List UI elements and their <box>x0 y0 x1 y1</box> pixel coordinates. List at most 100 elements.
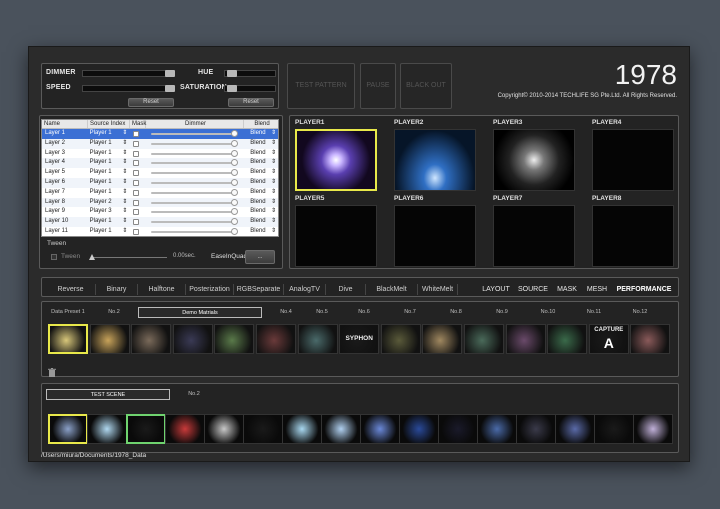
scene-thumbnail[interactable] <box>516 414 556 444</box>
layer-source-select[interactable]: Player 1 <box>88 149 130 159</box>
preset-tab[interactable]: No.12 <box>618 307 662 318</box>
layer-blend-select[interactable]: Blend <box>242 158 278 168</box>
easing-label[interactable]: EaseInQuad <box>211 253 247 260</box>
layer-dimmer-slider[interactable] <box>145 178 242 188</box>
layer-dimmer-slider[interactable] <box>145 149 242 159</box>
trash-icon[interactable] <box>48 364 56 377</box>
header-mask[interactable]: Mask <box>130 120 146 128</box>
layer-row[interactable]: Layer 10 Player 1 Blend <box>42 217 278 227</box>
header-blend[interactable]: Blend <box>244 120 278 128</box>
scene-thumbnail[interactable] <box>594 414 634 444</box>
layer-blend-select[interactable]: Blend <box>242 227 278 237</box>
layer-blend-select[interactable]: Blend <box>242 188 278 198</box>
material-thumbnail[interactable] <box>48 324 88 354</box>
preset-tab[interactable]: No.7 <box>388 307 432 318</box>
material-thumbnail[interactable] <box>505 324 546 354</box>
scene-tab[interactable]: No.2 <box>172 389 216 400</box>
layer-row[interactable]: Layer 5 Player 1 Blend <box>42 168 278 178</box>
dimmer-slider[interactable] <box>82 70 175 77</box>
layer-row[interactable]: Layer 7 Player 1 Blend <box>42 188 278 198</box>
layer-blend-select[interactable]: Blend <box>242 149 278 159</box>
layer-source-select[interactable]: Player 1 <box>88 129 130 139</box>
header-dimmer[interactable]: Dimmer <box>146 120 244 128</box>
mode-tab[interactable]: PERFORMANCE <box>614 283 674 296</box>
layer-mask-checkbox[interactable] <box>129 217 145 227</box>
layer-mask-checkbox[interactable] <box>129 227 145 237</box>
preset-tab[interactable]: No.8 <box>434 307 478 318</box>
scene-thumbnail[interactable] <box>555 414 595 444</box>
layer-row[interactable]: Layer 4 Player 1 Blend <box>42 158 278 169</box>
layer-blend-select[interactable]: Blend <box>242 168 278 178</box>
player-preview[interactable] <box>394 205 476 267</box>
scene-thumbnail[interactable] <box>633 414 673 444</box>
layer-blend-select[interactable]: Blend <box>242 129 278 139</box>
layer-mask-checkbox[interactable] <box>129 188 145 198</box>
scene-thumbnail[interactable] <box>126 414 166 444</box>
material-thumbnail[interactable] <box>214 324 255 354</box>
effect-button[interactable]: Halftone <box>138 284 186 295</box>
tween-slider[interactable] <box>89 254 167 260</box>
mode-tab[interactable]: LAYOUT <box>480 283 512 296</box>
saturation-slider[interactable] <box>224 85 276 92</box>
layer-dimmer-slider[interactable] <box>145 188 242 198</box>
black-out-button[interactable]: BLACK OUT <box>400 63 452 109</box>
layer-dimmer-slider[interactable] <box>145 168 242 178</box>
effect-button[interactable]: Posterization <box>186 284 234 295</box>
scene-thumbnail[interactable] <box>438 414 478 444</box>
layer-mask-checkbox[interactable] <box>129 207 145 217</box>
mode-tab[interactable]: MESH <box>584 283 610 296</box>
effect-button[interactable]: WhiteMelt <box>418 284 458 295</box>
scene-thumbnail[interactable] <box>399 414 439 444</box>
layer-source-select[interactable]: Player 1 <box>88 168 130 178</box>
reset-button-right[interactable]: Reset <box>228 98 274 107</box>
preset-tab[interactable]: Demo Matrials <box>138 307 262 318</box>
material-thumbnail[interactable] <box>422 324 463 354</box>
preset-tab[interactable]: No.11 <box>572 307 616 318</box>
layer-row[interactable]: Layer 3 Player 1 Blend <box>42 149 278 159</box>
scene-thumbnail[interactable] <box>87 414 127 444</box>
speed-slider[interactable] <box>82 85 175 92</box>
material-thumbnail[interactable]: CAPTURE A <box>588 324 629 354</box>
player-preview[interactable] <box>295 129 377 191</box>
preset-tab[interactable]: No.10 <box>526 307 570 318</box>
layer-mask-checkbox[interactable] <box>129 129 145 139</box>
layer-source-select[interactable]: Player 1 <box>88 139 130 149</box>
player-preview[interactable] <box>493 205 575 267</box>
effect-button[interactable]: BlackMelt <box>366 284 418 295</box>
preset-tab[interactable]: No.9 <box>480 307 524 318</box>
header-source[interactable]: Source Index <box>88 120 130 128</box>
easing-more-button[interactable]: ... <box>245 250 275 264</box>
layer-row[interactable]: Layer 11 Player 1 Blend <box>42 227 278 237</box>
effect-button[interactable]: RGBSeparate <box>234 284 284 295</box>
effect-button[interactable]: Binary <box>96 284 138 295</box>
mode-tab[interactable]: SOURCE <box>516 283 550 296</box>
layer-dimmer-slider[interactable] <box>145 139 242 149</box>
scene-thumbnail[interactable] <box>243 414 283 444</box>
layer-source-select[interactable]: Player 1 <box>88 158 130 168</box>
layer-blend-select[interactable]: Blend <box>242 217 278 227</box>
layer-source-select[interactable]: Player 2 <box>88 198 130 208</box>
material-thumbnail[interactable] <box>380 324 421 354</box>
material-thumbnail[interactable] <box>89 324 130 354</box>
player-preview[interactable] <box>295 205 377 267</box>
effect-button[interactable]: Reverse <box>46 284 96 295</box>
layer-dimmer-slider[interactable] <box>145 227 242 237</box>
hue-slider[interactable] <box>224 70 276 77</box>
layer-mask-checkbox[interactable] <box>129 158 145 168</box>
layer-mask-checkbox[interactable] <box>129 198 145 208</box>
scene-thumbnail[interactable] <box>48 414 88 444</box>
mode-tab[interactable]: MASK <box>554 283 580 296</box>
preset-tab[interactable]: Data Preset 1 <box>46 307 90 318</box>
header-name[interactable]: Name <box>42 120 88 128</box>
scene-tab[interactable]: TEST SCENE <box>46 389 170 400</box>
layer-source-select[interactable]: Player 1 <box>88 227 130 237</box>
tween-slider-knob[interactable] <box>89 254 95 260</box>
layer-source-select[interactable]: Player 1 <box>88 217 130 227</box>
layer-mask-checkbox[interactable] <box>129 149 145 159</box>
effect-button[interactable]: Dive <box>326 284 366 295</box>
scene-thumbnail[interactable] <box>321 414 361 444</box>
layer-dimmer-slider[interactable] <box>145 207 242 217</box>
material-thumbnail[interactable] <box>131 324 172 354</box>
layer-row[interactable]: Layer 6 Player 1 Blend <box>42 177 278 188</box>
scene-thumbnail[interactable] <box>360 414 400 444</box>
